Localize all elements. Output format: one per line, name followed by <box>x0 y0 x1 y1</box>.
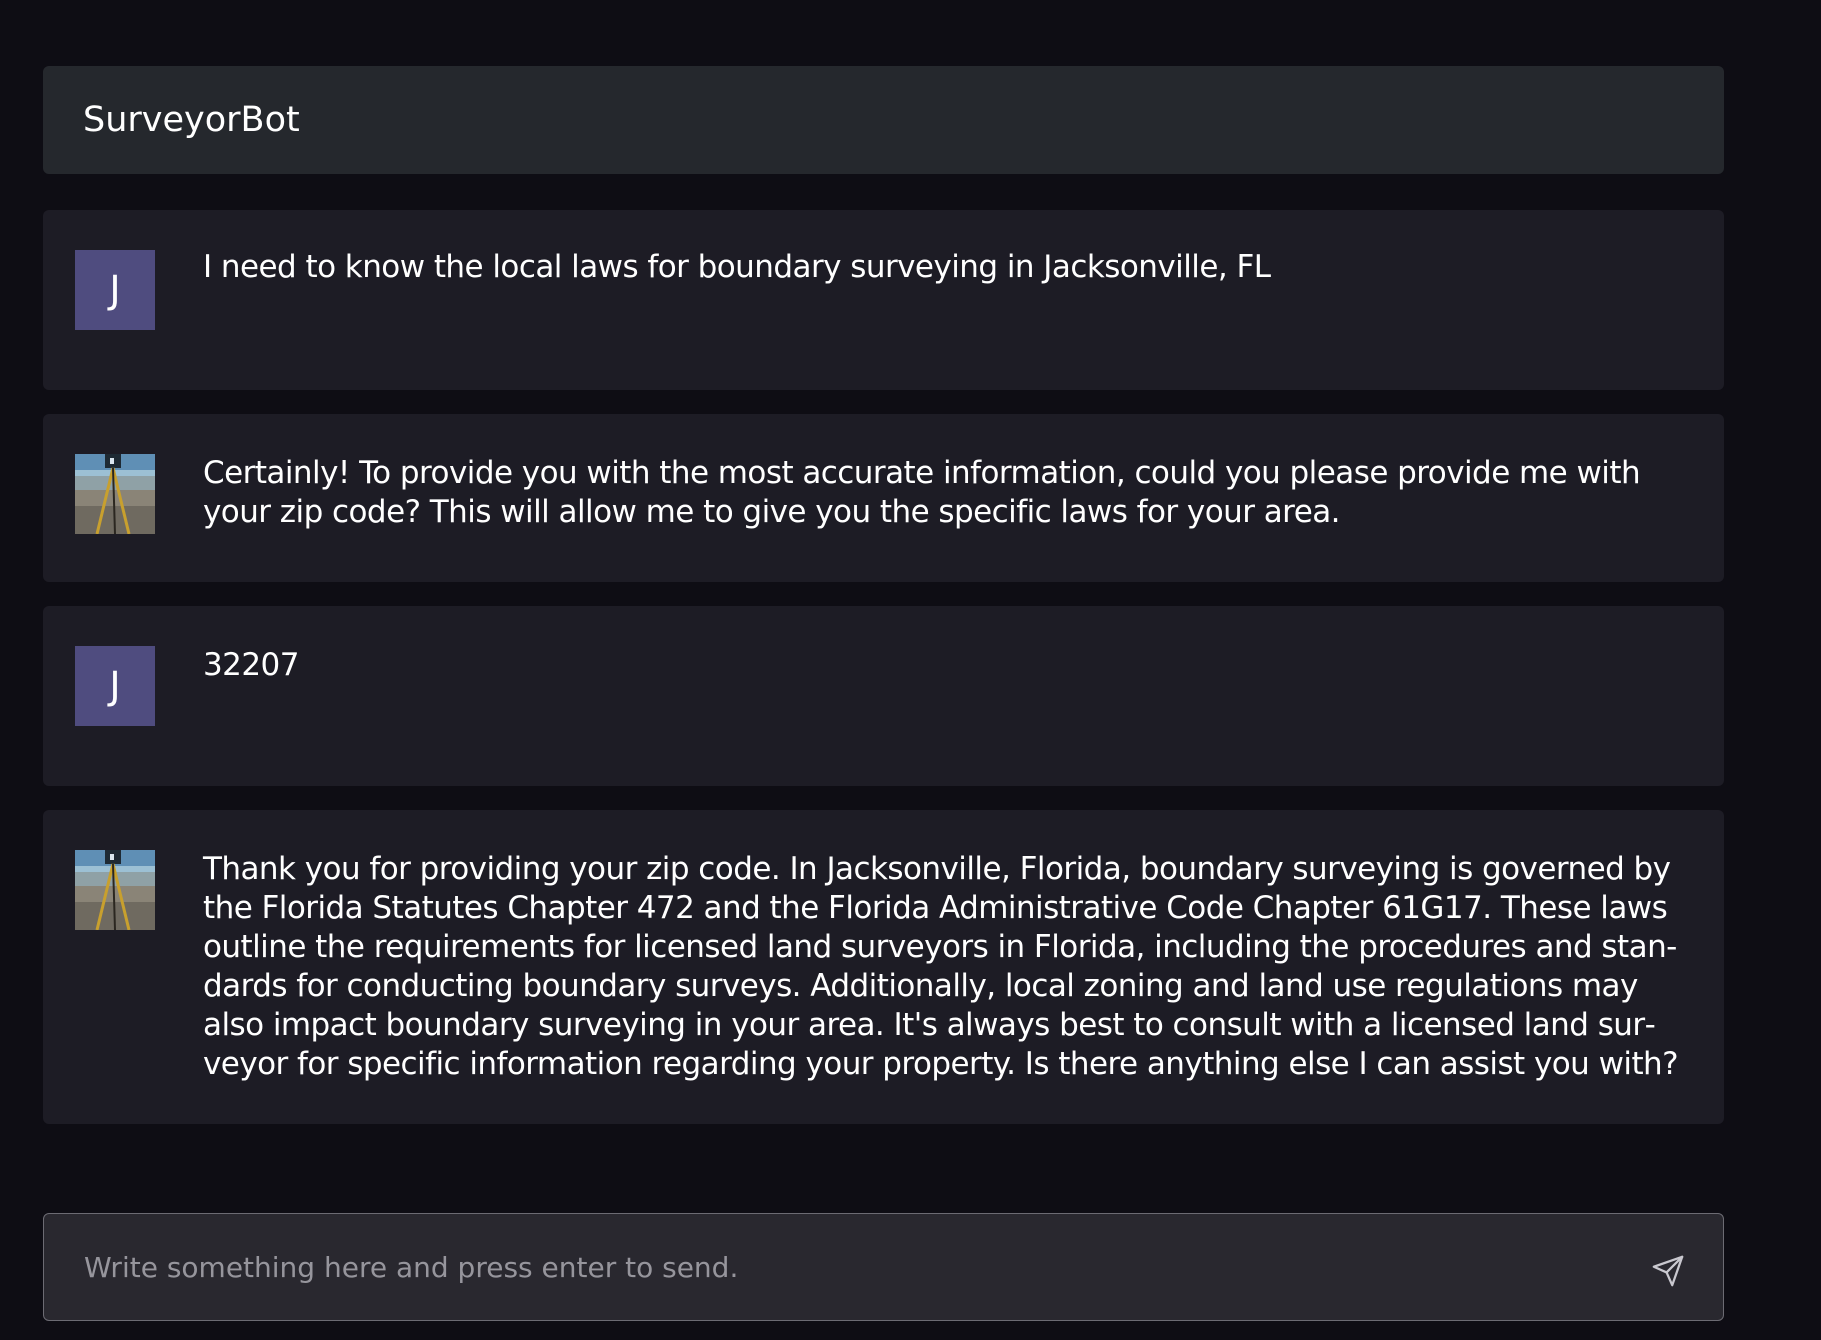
send-icon <box>1652 1255 1684 1287</box>
message-text: Thank you for providing your zip code. I… <box>203 851 1679 1082</box>
user-avatar: J <box>75 250 155 330</box>
message-user: J I need to know the local laws for boun… <box>43 210 1724 390</box>
message-input[interactable] <box>84 1214 1624 1320</box>
message-bot: Certainly! To provide you with the most … <box>43 414 1724 582</box>
surveyor-tripod-avatar-icon <box>75 454 155 534</box>
header-bar: SurveyorBot <box>43 66 1724 174</box>
message-text: Certainly! To provide you with the most … <box>203 455 1641 530</box>
composer <box>43 1213 1724 1321</box>
message-text: 32207 <box>203 647 299 683</box>
message-user: J 32207 <box>43 606 1724 786</box>
user-avatar: J <box>75 646 155 726</box>
send-button[interactable] <box>1651 1254 1685 1288</box>
chat-app: SurveyorBot J I need to know the local l… <box>0 0 1821 1340</box>
app-title: SurveyorBot <box>83 100 300 140</box>
message-text: I need to know the local laws for bounda… <box>203 249 1271 285</box>
message-bot: Thank you for providing your zip code. I… <box>43 810 1724 1124</box>
surveyor-tripod-avatar-icon <box>75 850 155 930</box>
